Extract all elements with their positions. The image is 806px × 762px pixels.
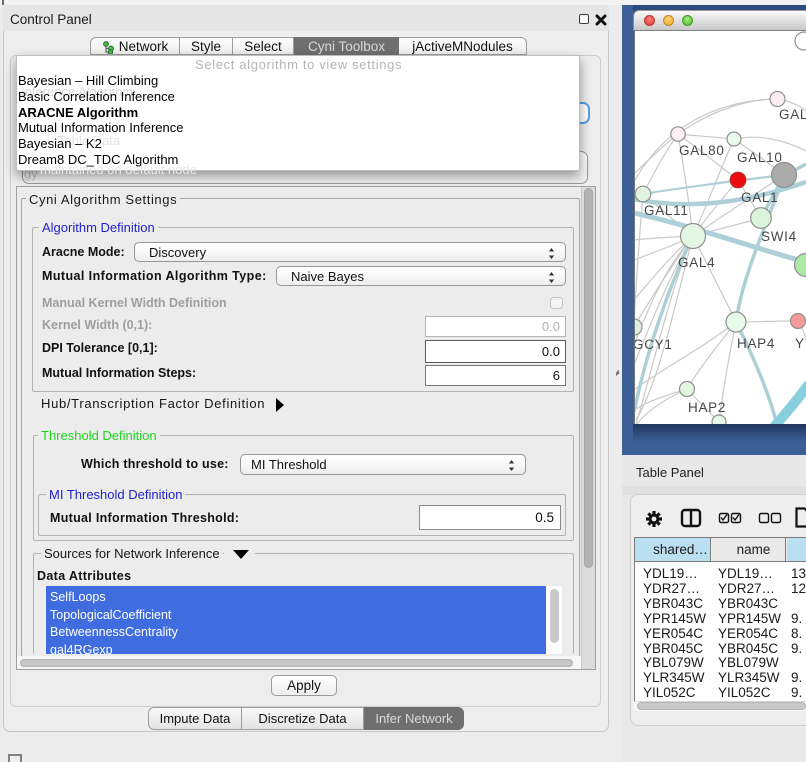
svg-text:GAL10: GAL10 <box>737 150 783 165</box>
svg-text:GAL4: GAL4 <box>678 255 715 270</box>
svg-text:GAL11: GAL11 <box>644 203 689 218</box>
svg-text:GAL7: GAL7 <box>779 107 806 122</box>
svg-text:HAP4: HAP4 <box>737 336 775 351</box>
svg-text:Y: Y <box>795 336 805 351</box>
svg-text:GAL80: GAL80 <box>679 143 725 158</box>
svg-text:GAL1: GAL1 <box>741 190 778 205</box>
svg-text:HAP2: HAP2 <box>688 400 726 415</box>
svg-text:SWI4: SWI4 <box>761 229 797 244</box>
svg-text:GCY1: GCY1 <box>635 337 673 352</box>
